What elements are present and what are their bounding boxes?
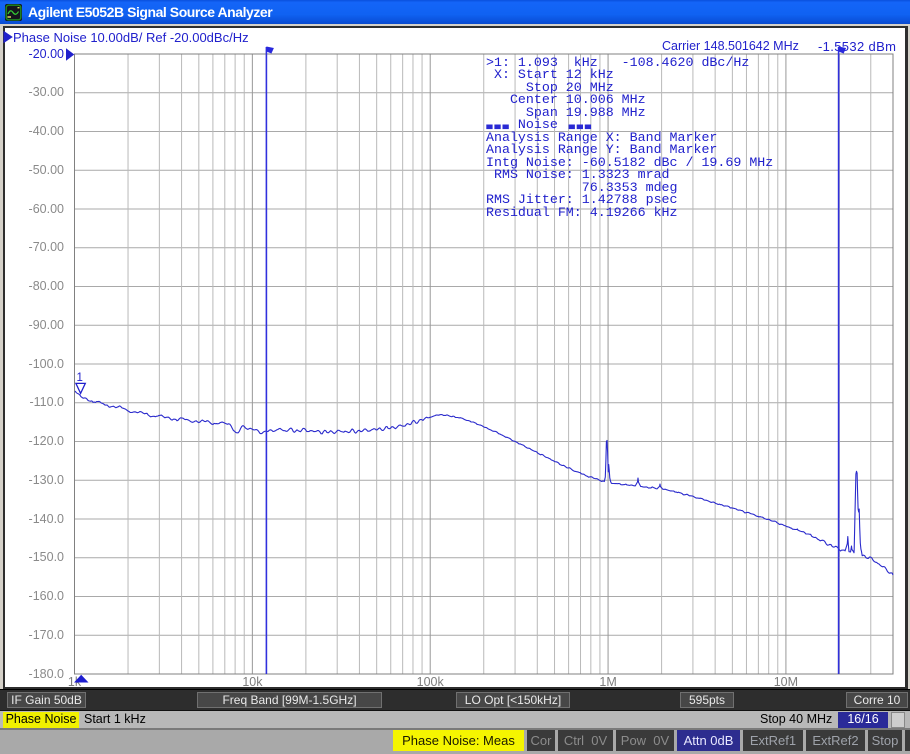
svg-text:1: 1 — [77, 372, 83, 384]
